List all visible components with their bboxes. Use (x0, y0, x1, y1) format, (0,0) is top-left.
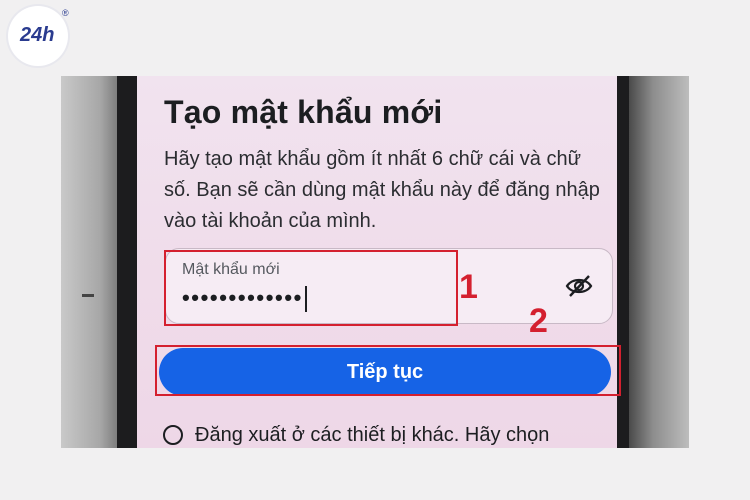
step-number-1: 1 (459, 268, 478, 306)
logout-option-label: Đăng xuất ở các thiết bị khác. Hãy chọn (195, 424, 550, 446)
highlight-password-field (164, 250, 458, 326)
photo-background-left (61, 76, 117, 448)
page-description: Hãy tạo mật khẩu gồm ít nhất 6 chữ cái v… (164, 148, 600, 232)
photo-mark (82, 294, 94, 297)
highlight-continue-button (155, 345, 621, 396)
logo-registered-mark: ® (62, 8, 69, 18)
photo-background-right (629, 76, 689, 448)
page-title: Tạo mật khẩu mới (164, 94, 443, 130)
radio-unchecked-icon[interactable] (163, 425, 183, 445)
phone-bezel-left (117, 76, 137, 448)
brand-logo: 24h ® (8, 6, 69, 66)
logo-text: 24h (20, 24, 55, 46)
eye-slash-icon[interactable] (564, 273, 594, 299)
logout-other-devices-option[interactable]: Đăng xuất ở các thiết bị khác. Hãy chọn (163, 424, 549, 447)
step-number-2: 2 (529, 302, 548, 340)
